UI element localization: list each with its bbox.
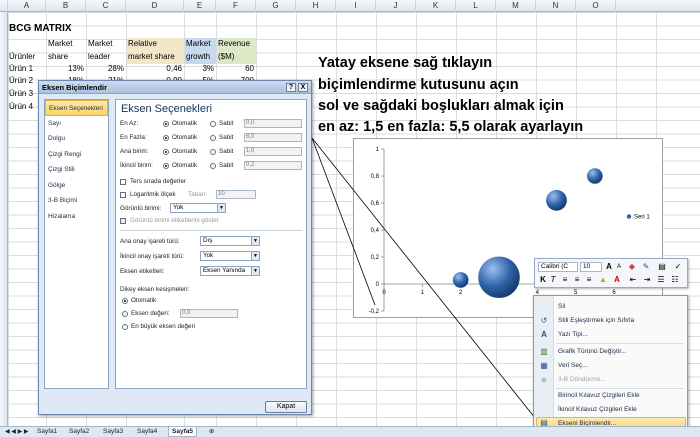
format-brush-icon[interactable]: ✓ xyxy=(673,262,683,272)
numbering-icon[interactable]: ☷ xyxy=(670,275,680,285)
align-left-icon[interactable]: ≡ xyxy=(560,275,570,285)
tab-sheet2[interactable]: Sayfa2 xyxy=(66,427,92,437)
menu-change-chart-type[interactable]: Grafik Türünü Değiştir... xyxy=(558,348,627,355)
menu-delete[interactable]: Sil xyxy=(558,303,565,310)
decrease-indent-icon[interactable]: ⇤ xyxy=(628,275,638,285)
font-size-select[interactable]: 10 xyxy=(580,262,602,272)
italic-icon[interactable]: T xyxy=(548,275,558,285)
menu-add-minor-gridlines[interactable]: İkincil Kılavuz Çizgileri Ekle xyxy=(558,406,637,413)
bullets-icon[interactable]: ☰ xyxy=(656,275,666,285)
sheet-tab-bar: ◀ ◀ ▶ ▶ Sayfa1 Sayfa2 Sayfa3 Sayfa4 Sayf… xyxy=(0,426,700,437)
fill-color-icon[interactable]: ◆ xyxy=(627,262,637,272)
menu-select-data[interactable]: Veri Seç... xyxy=(558,362,588,369)
menu-font[interactable]: Yazı Tipi... xyxy=(558,331,588,338)
context-menu: Sil ↺ Stili Eşleştirmek için Sıfırla A Y… xyxy=(533,295,688,430)
tab-sheet1[interactable]: Sayfa1 xyxy=(34,427,60,437)
menu-separator xyxy=(556,388,684,389)
rotate-icon: ◈ xyxy=(540,375,548,384)
grow-font-icon[interactable]: A xyxy=(604,262,614,272)
tab-sheet5[interactable]: Sayfa5 xyxy=(168,427,197,437)
align-center-icon[interactable]: ≡ xyxy=(572,275,582,285)
increase-indent-icon[interactable]: ⇥ xyxy=(642,275,652,285)
align-right-icon[interactable]: ≡ xyxy=(584,275,594,285)
reset-icon: ↺ xyxy=(540,316,548,325)
bold-icon[interactable]: K xyxy=(538,275,548,285)
menu-reset-style[interactable]: Stili Eşleştirmek için Sıfırla xyxy=(558,317,634,324)
font-icon: A xyxy=(541,330,547,339)
chart-type-icon: ▥ xyxy=(540,347,548,356)
tab-sheet3[interactable]: Sayfa3 xyxy=(100,427,126,437)
menu-add-major-gridlines[interactable]: Birincil Kılavuz Çizgileri Ekle xyxy=(558,392,640,399)
menu-3d-rotation: 3-B Döndürme... xyxy=(558,376,606,383)
font-name-select[interactable]: Calibri (C xyxy=(538,262,578,272)
tab-insert-icon[interactable]: ⊕ xyxy=(206,427,217,437)
format-painter-icon[interactable]: ▤ xyxy=(657,262,667,272)
tab-nav-arrows[interactable]: ◀ ◀ ▶ ▶ xyxy=(2,427,32,437)
highlight-icon[interactable]: ▲ xyxy=(598,275,608,285)
data-icon: ▦ xyxy=(540,361,548,370)
tab-sheet4[interactable]: Sayfa4 xyxy=(134,427,160,437)
menu-separator xyxy=(556,343,684,344)
font-color-icon[interactable]: A xyxy=(612,275,622,285)
mini-format-toolbar: Calibri (C 10 A A ◆ ✎ ▤ ✓ K T ≡ ≡ ≡ ▲ A … xyxy=(534,258,688,288)
line-color-icon[interactable]: ✎ xyxy=(641,262,651,272)
shrink-font-icon[interactable]: A xyxy=(614,262,624,272)
